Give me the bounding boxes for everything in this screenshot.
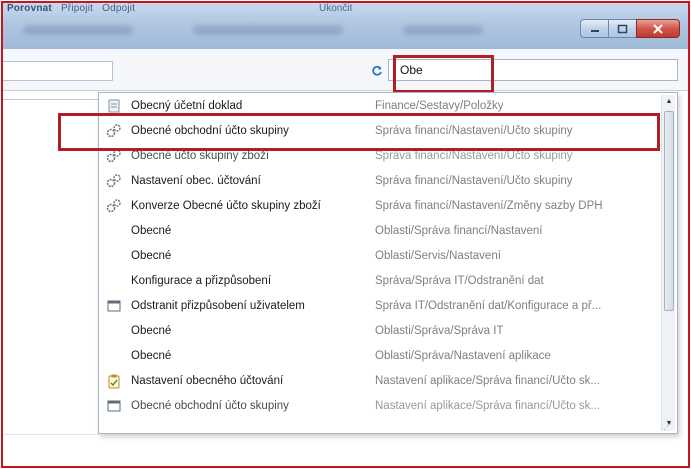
result-name: Konfigurace a přizpůsobení (131, 274, 272, 287)
result-row[interactable]: Odstranit přizpůsobení uživatelem Správa… (99, 293, 659, 318)
menu-item-connect[interactable]: Připojit (61, 3, 93, 14)
result-name: Obecné (131, 324, 172, 337)
clipboard-icon (105, 372, 123, 390)
blurred-toolbar (193, 25, 343, 35)
result-row[interactable]: Konverze Obecné účto skupiny zboží Správ… (99, 193, 659, 218)
menu-item-disconnect[interactable]: Odpojit (102, 3, 135, 14)
screenshot-frame: Porovnat Připojit Odpojit Ukončit Obe Ob… (1, 1, 690, 468)
result-name: Obecný účetní doklad (131, 99, 243, 112)
result-path: Nastavení aplikace/Správa financí/Účto s… (375, 374, 600, 387)
maximize-button[interactable] (608, 19, 636, 38)
result-row[interactable]: Obecné Oblasti/Servis/Nastavení (99, 243, 659, 268)
scroll-up-icon[interactable]: ▲ (662, 95, 676, 109)
result-row[interactable]: Nastavení obec. účtování Správa financí/… (99, 168, 659, 193)
result-name: Obecné (131, 224, 172, 237)
result-name: Obecné (131, 349, 172, 362)
result-name: Obecné obchodní účto skupiny (131, 399, 289, 412)
result-row[interactable]: Nastavení obecného účtování Nastavení ap… (99, 368, 659, 393)
refresh-icon[interactable] (370, 65, 384, 79)
result-path: Oblasti/Správa/Nastavení aplikace (375, 349, 551, 362)
result-row[interactable]: Obecné obchodní účto skupiny Nastavení a… (99, 393, 659, 418)
result-name: Obecné (131, 249, 172, 262)
resize-grip-icon[interactable]: ⋰ (663, 421, 673, 431)
result-path: Správa/Správa IT/Odstranění dat (375, 274, 544, 287)
minimize-button[interactable] (580, 19, 608, 38)
address-field[interactable] (3, 61, 113, 81)
search-highlight-box (393, 55, 494, 93)
result-path: Nastavení aplikace/Správa financí/Účto s… (375, 399, 600, 412)
result-path: Správa financí/Nastavení/Účto skupiny (375, 174, 573, 187)
results-scrollbar[interactable]: ▲ ▼ (661, 95, 675, 431)
result-path: Oblasti/Servis/Nastavení (375, 249, 501, 262)
search-bar (3, 49, 688, 93)
result-row[interactable]: Obecné Oblasti/Správa/Nastavení aplikace (99, 343, 659, 368)
result-row[interactable]: Obecné Oblasti/Správa/Správa IT (99, 318, 659, 343)
result-path: Oblasti/Správa financí/Nastavení (375, 224, 543, 237)
result-row[interactable]: Obecné Oblasti/Správa financí/Nastavení (99, 218, 659, 243)
divider (3, 434, 99, 435)
divider (3, 99, 99, 100)
window-icon (105, 397, 123, 415)
minimize-icon (590, 29, 599, 32)
window-titlebar: Porovnat Připojit Odpojit Ukončit (3, 3, 688, 49)
close-icon (653, 23, 663, 34)
result-name: Odstranit přizpůsobení uživatelem (131, 299, 305, 312)
result-row[interactable]: Konfigurace a přizpůsobení Správa/Správa… (99, 268, 659, 293)
gears-icon (105, 172, 123, 190)
result-path: Správa financí/Nastavení/Změny sazby DPH (375, 199, 603, 212)
scrollbar-thumb[interactable] (664, 111, 674, 311)
result-name: Konverze Obecné účto skupiny zboží (131, 199, 321, 212)
maximize-icon (617, 24, 628, 33)
result-path: Správa IT/Odstranění dat/Konfigurace a p… (375, 299, 602, 312)
blurred-toolbar (23, 25, 133, 35)
result-path: Správa financí/Nastavení/Účto skupiny (375, 149, 573, 162)
window-controls (580, 19, 680, 38)
result-highlight-box (58, 113, 660, 151)
result-name: Obecné účto skupiny zboží (131, 149, 270, 162)
result-path: Oblasti/Správa/Správa IT (375, 324, 504, 337)
gears-icon (105, 197, 123, 215)
close-button[interactable] (636, 19, 680, 38)
menu-item-compare[interactable]: Porovnat (7, 3, 52, 14)
result-name: Nastavení obec. účtování (131, 174, 261, 187)
menu-item-exit[interactable]: Ukončit (319, 3, 352, 14)
result-path: Finance/Sestavy/Položky (375, 99, 504, 112)
result-name: Nastavení obecného účtování (131, 374, 284, 387)
window-icon (105, 297, 123, 315)
blurred-toolbar (403, 25, 483, 35)
ribbon-menu: Porovnat Připojit Odpojit (7, 3, 141, 14)
